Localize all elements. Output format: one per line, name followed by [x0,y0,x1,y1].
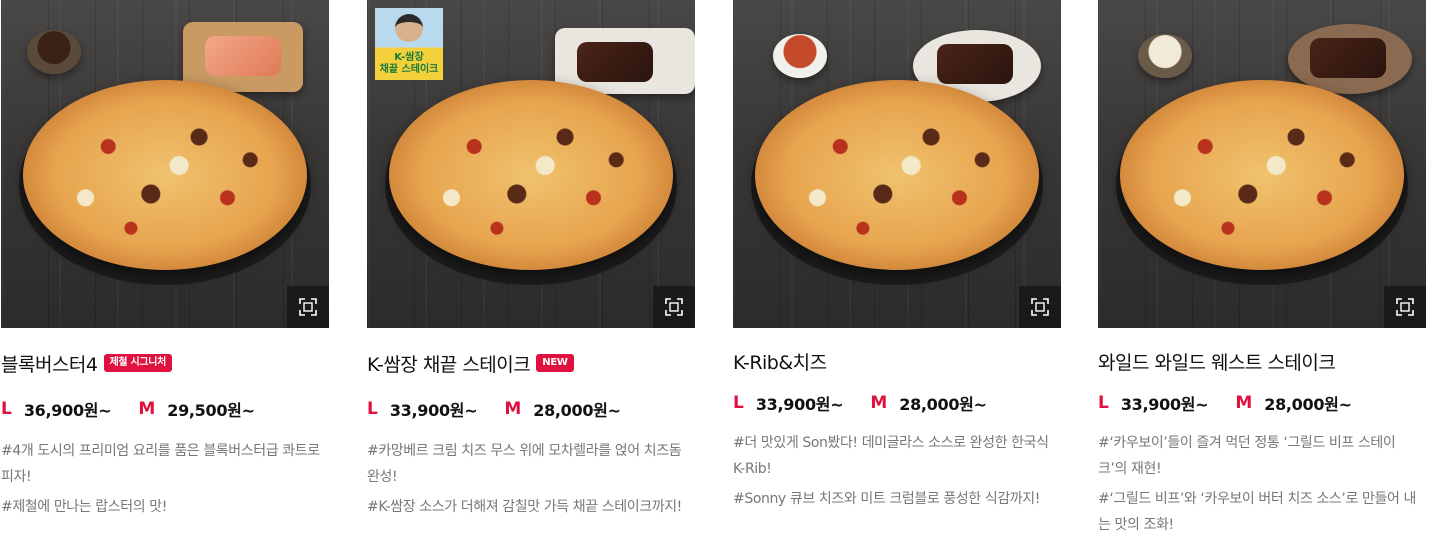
size-large-label: L [1,399,12,419]
product-title-row: 블록버스터4 제철 시그니처 [1,350,173,377]
price-row: L 33,900원~ M 28,000원~ [733,391,1014,415]
steak-bowl-image [27,30,81,74]
expand-frame-icon [665,298,683,316]
price-large: 36,900원~ [23,401,112,420]
product-description-1: #더 맛있게 Son봤다! 데미글라스 소스로 완성한 한국식 K-Rib! [733,435,1049,477]
price-medium: 28,000원~ [899,395,987,414]
price-row: L 33,900원~ M 28,000원~ [1098,391,1379,415]
product-description-2: #K-쌈장 소스가 더해져 감칠맛 가득 채끝 스테이크까지! [367,499,682,515]
product-description-1: #‘카우보이’들이 즐겨 먹던 정통 ‘그릴드 비프 스테이크’의 재현! [1098,435,1396,477]
pizza-image [1120,80,1404,270]
price-medium: 29,500원~ [167,401,255,420]
shrimp-dish-image [183,22,303,92]
pizza-image [755,80,1039,270]
butter-sauce-bowl-image [1138,34,1192,78]
steak-plate-image [1288,24,1412,94]
product-title[interactable]: 블록버스터4 [1,350,98,377]
size-medium-label: M [870,393,888,413]
product-title-row: K-Rib&치즈 [733,348,827,374]
expand-frame-icon [1396,298,1414,316]
product-title-row: 와일드 와일드 웨스트 스테이크 [1098,348,1336,375]
product-title[interactable]: K-Rib&치즈 [733,348,827,375]
zoom-button[interactable] [653,286,695,328]
product-description-2: #‘그릴드 비프’와 ‘카우보이 버터 치즈 소스’로 만들어 내는 맛의 조화… [1098,491,1416,533]
zoom-button[interactable] [1384,286,1426,328]
size-medium-label: M [504,399,522,419]
pizza-image [23,80,307,270]
price-row: L 33,900원~ M 28,000원~ [367,397,648,421]
product-image[interactable]: K-쌈장 채끝 스테이크 [367,0,695,328]
pizza-image [389,80,673,270]
product-title[interactable]: 와일드 와일드 웨스트 스테이크 [1098,348,1336,375]
expand-frame-icon [299,298,317,316]
price-large: 33,900원~ [389,401,478,420]
model-face-image [395,14,423,42]
product-card[interactable]: 와일드 와일드 웨스트 스테이크 L 33,900원~ M 28,000원~ #… [1098,0,1426,533]
price-medium: 28,000원~ [533,401,621,420]
size-medium-label: M [1235,393,1253,413]
product-image[interactable] [733,0,1061,328]
product-image[interactable] [1098,0,1426,328]
price-row: L 36,900원~ M 29,500원~ [1,397,282,421]
size-medium-label: M [138,399,156,419]
expand-frame-icon [1031,298,1049,316]
sauce-bowl-image [773,34,827,78]
size-large-label: L [367,399,378,419]
zoom-button[interactable] [287,286,329,328]
product-description-1: #4개 도시의 프리미엄 요리를 품은 블록버스터급 콰트로 피자! [1,443,320,485]
price-medium: 28,000원~ [1264,395,1352,414]
product-description-2: #제철에 만나는 랍스터의 맛! [1,499,167,515]
product-description-1: #카망베르 크림 치즈 무스 위에 모차렐라를 얹어 치즈돔 완성! [367,443,682,485]
product-title-row: K-쌈장 채끝 스테이크 NEW [367,350,574,376]
product-card[interactable]: 블록버스터4 제철 시그니처 L 36,900원~ M 29,500원~ #4개… [1,0,329,515]
new-badge: NEW [536,354,574,372]
product-image[interactable] [1,0,329,328]
product-card[interactable]: K-쌈장 채끝 스테이크 K-쌈장 채끝 스테이크 NEW L 33,900원~… [367,0,695,515]
signature-badge: 제철 시그니처 [103,354,173,372]
product-title[interactable]: K-쌈장 채끝 스테이크 [367,350,531,377]
size-large-label: L [1098,393,1109,413]
promo-line-1: K-쌈장 [394,52,424,63]
price-large: 33,900원~ [1120,395,1209,414]
size-large-label: L [733,393,744,413]
price-large: 33,900원~ [755,395,844,414]
zoom-button[interactable] [1019,286,1061,328]
promo-thumbnail: K-쌈장 채끝 스테이크 [375,8,443,80]
product-description-2: #Sonny 큐브 치즈와 미트 크럼블로 풍성한 식감까지! [733,491,1040,507]
product-card[interactable]: K-Rib&치즈 L 33,900원~ M 28,000원~ #더 맛있게 So… [733,0,1061,507]
promo-line-2: 채끝 스테이크 [379,64,439,75]
